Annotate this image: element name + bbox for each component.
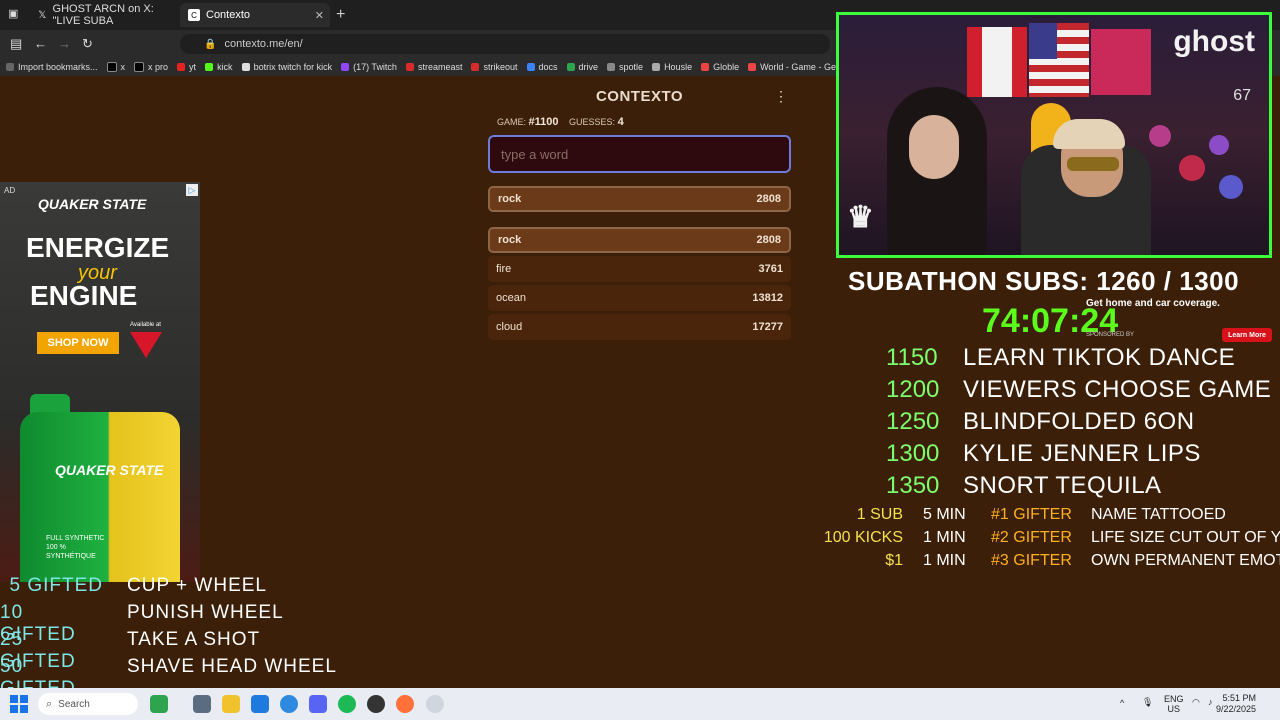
wifi-icon[interactable]: ◠ <box>1192 697 1200 708</box>
x-icon: 𝕏 <box>38 9 47 21</box>
gift-reward-row: 10 GIFTED PUNISH WHEEL <box>0 602 284 645</box>
ad-brand: QUAKER STATE <box>38 196 147 212</box>
bookmark-item[interactable]: drive <box>566 62 598 72</box>
ad-sponsor: SPONSORED BY <box>1086 332 1135 338</box>
bookmark-item[interactable]: Housle <box>652 62 692 72</box>
file-explorer-icon[interactable] <box>222 695 240 713</box>
insurance-ad[interactable]: Get home and car coverage. SPONSORED BY … <box>1086 296 1280 346</box>
ad-headline: ENGINE <box>30 280 138 311</box>
bookmark-item[interactable]: docs <box>526 62 558 72</box>
canada-flag <box>1091 29 1151 95</box>
streamer-face <box>909 115 959 179</box>
app-icon[interactable] <box>426 695 444 713</box>
chevron-up-icon[interactable]: ^ <box>1120 698 1124 708</box>
sub-goal-row: 1250 BLINDFOLDED 6ON <box>886 408 1195 435</box>
tab-contexto[interactable]: C Contexto ✕ <box>180 3 330 27</box>
gift-reward-row: 25 GIFTED TAKE A SHOT <box>0 629 261 672</box>
obs-icon[interactable] <box>367 695 385 713</box>
firefox-icon[interactable] <box>396 695 414 713</box>
spotify-icon[interactable] <box>338 695 356 713</box>
learn-more-button[interactable]: Learn More <box>1222 328 1272 342</box>
new-tab-icon[interactable]: + <box>336 6 345 24</box>
sub-goal-row: 1200 VIEWERS CHOOSE GAME <box>886 376 1272 403</box>
bookmark-item[interactable]: (17) Twitch <box>341 62 397 72</box>
bookmark-item[interactable]: spotle <box>607 62 643 72</box>
more-menu-icon[interactable]: ⋮ <box>774 88 788 105</box>
bookmark-item[interactable]: Import bookmarks... <box>6 62 98 72</box>
windows-start-icon[interactable] <box>10 695 28 713</box>
tab-label: Contexto <box>206 9 251 21</box>
copilot-icon[interactable] <box>150 695 168 713</box>
time-rule-row: 100 KICKS 1 MIN #2 GIFTER LIFE SIZE CUT OUT… <box>823 529 1280 546</box>
forward-icon[interactable]: → <box>58 36 71 51</box>
time-rule-row: 1 SUB 5 MIN #1 GIFTER NAME TATTOOED <box>856 506 1226 523</box>
retailer-logo-icon <box>130 332 162 358</box>
gift-reward-row: 50 GIFTEDSHAVE HEAD WHEEL <box>0 656 337 699</box>
bookmark-item[interactable]: streameast <box>405 62 462 72</box>
taskbar-clock[interactable]: 5:51 PM 9/22/2025 <box>1216 693 1256 715</box>
ghost-logo: ghost <box>1173 25 1255 58</box>
time-rule-row: $1 1 MIN #3 GIFTER OWN PERMANENT EMOTE <box>885 552 1280 569</box>
language-indicator[interactable]: ENG US <box>1164 694 1184 714</box>
url-text: contexto.me/en/ <box>224 38 303 50</box>
store-icon[interactable] <box>251 695 269 713</box>
bookmark-item[interactable]: botrix twitch for kick <box>241 62 332 72</box>
sub-goal-row: 1150 LEARN TIKTOK DANCE <box>886 344 1236 371</box>
edge-icon[interactable] <box>280 695 298 713</box>
sub-goal-row: 1300 KYLIE JENNER LIPS <box>886 440 1201 467</box>
channel-logo-icon: ♛ <box>847 201 874 234</box>
back-icon[interactable]: ← <box>34 36 47 51</box>
balloons <box>1139 115 1249 215</box>
webcam-feed: ghost ♛ 67 <box>836 12 1272 258</box>
volume-icon[interactable]: ♪ <box>1208 697 1213 707</box>
url-bar[interactable]: 🔒 contexto.me/en/ <box>180 34 830 54</box>
bookmark-item[interactable]: strikeout <box>471 62 518 72</box>
bookmark-item[interactable]: kick <box>205 62 233 72</box>
windows-taskbar: ⌕ Search ^ 🎙 ENG US ◠ ♪ 5:51 PM 9/22/2025 <box>0 688 1280 720</box>
taskbar-search[interactable]: ⌕ Search <box>38 693 138 715</box>
reload-icon[interactable]: ↻ <box>82 36 93 52</box>
close-icon[interactable]: ✕ <box>315 9 324 22</box>
ad-tag: AD <box>4 186 16 195</box>
lock-icon: 🔒 <box>204 38 217 50</box>
contexto-icon: C <box>188 9 200 21</box>
bookmark-item[interactable]: yt <box>177 62 196 72</box>
ad-choices-icon[interactable]: ▷ <box>186 184 198 196</box>
search-icon: ⌕ <box>46 697 53 710</box>
gift-reward-row: 5 GIFTED CUP + WHEEL <box>9 575 267 596</box>
guess-row: rock 2808 <box>488 227 791 253</box>
ad-available: Available at <box>130 322 161 328</box>
game-info: GAME: #1100 GUESSES: 4 <box>497 116 624 128</box>
last-guess-row: rock 2808 <box>488 186 791 212</box>
page-title: CONTEXTO <box>595 88 684 105</box>
jersey-number: 67 <box>1233 87 1251 104</box>
microphone-icon[interactable]: 🎙 <box>1142 697 1153 708</box>
bookmark-item[interactable]: x pro <box>134 62 168 72</box>
settings-icon[interactable] <box>193 695 211 713</box>
sub-goal-row: 1350 SNORT TEQUILA <box>886 472 1162 499</box>
subathon-counter: SUBATHON SUBS: 1260 / 1300 <box>848 266 1240 296</box>
jug-brand: QUAKER STATE <box>55 462 164 478</box>
guess-row: cloud 17277 <box>488 314 791 340</box>
us-flag <box>1029 23 1089 97</box>
bookmark-item[interactable]: Globle <box>701 62 739 72</box>
shop-now-button[interactable]: SHOP NOW <box>37 332 119 354</box>
cap <box>1053 119 1125 149</box>
sidebar-icon[interactable]: ▤ <box>10 36 22 52</box>
guess-row: fire 3761 <box>488 256 791 282</box>
guess-row: ocean 13812 <box>488 285 791 311</box>
ad-text: Get home and car coverage. <box>1086 298 1220 309</box>
canada-flag <box>967 27 1027 97</box>
guess-input[interactable] <box>488 135 791 173</box>
discord-icon[interactable] <box>309 695 327 713</box>
tab-x-post[interactable]: 𝕏 GHOST ARCN on X: "LIVE SUBA <box>30 3 178 27</box>
tab-overview-icon[interactable]: ▣ <box>8 7 18 20</box>
bookmark-item[interactable]: x <box>106 62 125 72</box>
tab-label: GHOST ARCN on X: "LIVE SUBA <box>52 3 154 27</box>
quaker-state-ad[interactable]: AD ▷ QUAKER STATE ENERGIZE your ENGINE A… <box>0 182 200 582</box>
ad-headline: ENERGIZE <box>26 232 170 263</box>
sunglasses <box>1067 157 1119 171</box>
jug-text: FULL SYNTHETIC 100 % SYNTHÉTIQUE <box>46 535 105 560</box>
